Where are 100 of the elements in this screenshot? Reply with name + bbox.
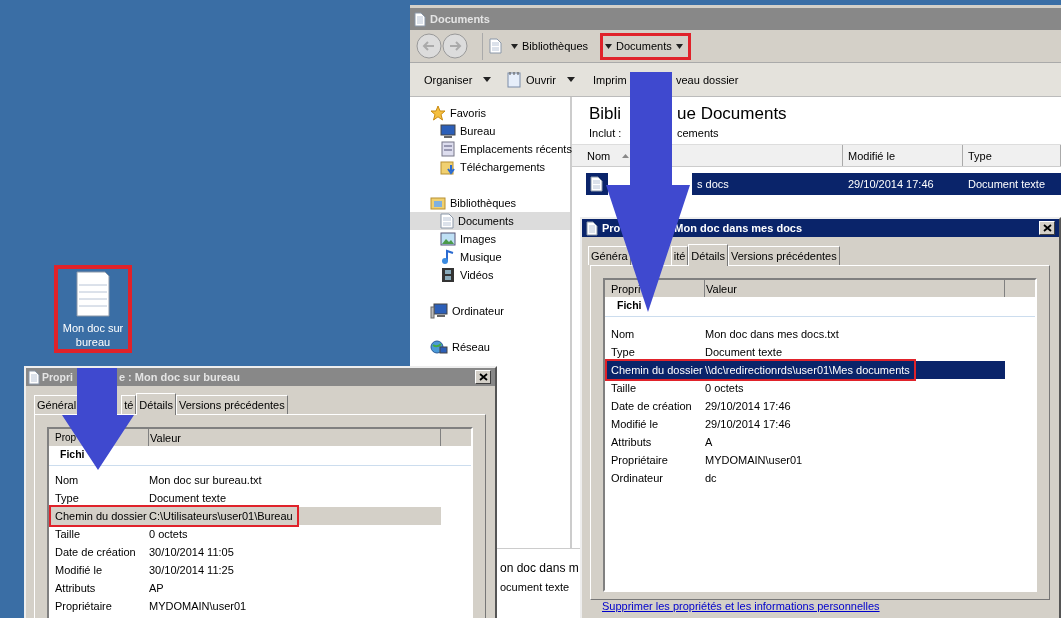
download-folder-icon	[440, 159, 456, 175]
column-header[interactable]: Type	[963, 145, 1061, 166]
property-name: Propriétaire	[54, 600, 113, 612]
caret-icon	[675, 43, 683, 49]
nav-item[interactable]: Musique	[410, 248, 570, 266]
property-name: Modifié le	[610, 418, 660, 430]
library-heading: Bibli	[589, 103, 623, 125]
includes-label: Inclut :	[589, 126, 623, 141]
property-name: Attributs	[54, 582, 97, 594]
document-icon	[414, 11, 426, 27]
picture-icon	[440, 231, 456, 247]
window-title: Documents	[430, 13, 490, 25]
column-header[interactable]: Prop	[55, 432, 77, 443]
file-name: s docs	[692, 173, 843, 195]
property-value: dc	[705, 472, 718, 484]
document-icon	[440, 213, 454, 229]
property-name: Taille	[54, 528, 82, 540]
property-name: Date de création	[54, 546, 137, 558]
property-value: MYDOMAIN\user01	[149, 600, 248, 612]
property-name: Chemin du dossier	[610, 364, 704, 376]
music-note-icon	[440, 249, 456, 265]
property-value: Mon doc sur bureau.txt	[149, 474, 263, 486]
sort-caret-icon	[622, 153, 630, 158]
property-value: \\dc\redirectionrds\user01\Mes documents	[705, 364, 911, 376]
property-name: Date de création	[610, 400, 693, 412]
address-bar[interactable]: Bibliothèques Documents	[482, 32, 1055, 60]
property-value: MYDOMAIN\user01	[705, 454, 804, 466]
document-icon	[489, 38, 502, 54]
property-name: Propriétaire	[610, 454, 669, 466]
property-name: Ordinateur	[610, 472, 664, 484]
property-name: Nom	[610, 328, 636, 340]
library-heading: ue Documents	[677, 103, 788, 125]
document-icon	[586, 220, 598, 236]
file-name-label: Mon doc sur bureau	[62, 321, 124, 349]
nav-item[interactable]: Téléchargements	[410, 158, 570, 176]
toolbar-button[interactable]: Organiser	[424, 73, 492, 86]
close-icon	[478, 373, 488, 381]
dialog-title: e : Mon doc sur bureau	[118, 371, 240, 383]
tab[interactable]: Détails	[136, 393, 176, 415]
caret-icon	[605, 43, 613, 49]
nav-item[interactable]: Bibliothèques	[410, 194, 570, 212]
property-value: 29/10/2014 17:46	[705, 400, 792, 412]
nav-item[interactable]: Documents	[410, 212, 570, 230]
selected-row[interactable]: Chemin du dossier C:\Utilisateurs\user01\Bureau	[49, 507, 441, 525]
selected-row[interactable]: Chemin du dossier \\dc\redirectionrds\user01\Mes documents	[605, 361, 1005, 379]
property-value: C:\Utilisateurs\user01\Bureau	[149, 510, 294, 522]
breadcrumb-item[interactable]: Documents	[616, 40, 672, 52]
property-value: 30/10/2014 11:05	[149, 546, 235, 558]
tab[interactable]: Détails	[688, 244, 728, 266]
remove-properties-link[interactable]: Supprimer les propriétés et les informations personnelles	[582, 600, 880, 618]
caret-icon	[511, 43, 518, 49]
toolbar-button[interactable]: veau dossier	[676, 73, 739, 86]
property-name: Attributs	[610, 436, 653, 448]
close-icon	[1042, 224, 1052, 232]
property-name: Modifié le	[54, 564, 104, 576]
property-value: AP	[149, 582, 165, 594]
includes-location: cements	[677, 126, 720, 141]
toolbar-button[interactable]: Ouvrir	[507, 71, 575, 88]
modified-date: 29/10/2014 17:46	[843, 173, 963, 195]
file-type: ocument texte	[500, 580, 571, 595]
breadcrumb-item[interactable]: Bibliothèques	[522, 40, 589, 52]
nav-item[interactable]: Réseau	[410, 338, 570, 356]
computer-icon	[430, 303, 448, 319]
dialog-title: Mon doc dans mes docs	[674, 222, 803, 234]
property-value: 0 octets	[149, 528, 189, 540]
document-icon	[28, 369, 40, 385]
close-button[interactable]	[1039, 221, 1055, 235]
nav-item[interactable]: Images	[410, 230, 570, 248]
property-value: Mon doc dans mes docs.txt	[705, 328, 840, 340]
nav-item[interactable]: Ordinateur	[410, 302, 570, 320]
property-name: Type	[610, 346, 636, 358]
tab[interactable]: Versions précédentes	[727, 246, 840, 265]
property-name: Nom	[54, 474, 80, 486]
document-icon	[76, 271, 110, 317]
property-value: Document texte	[705, 346, 784, 358]
library-folder-icon	[430, 195, 446, 211]
recent-places-icon	[440, 141, 456, 157]
tab[interactable]: Versions précédentes	[175, 395, 288, 414]
nav-item[interactable]: Vidéos	[410, 266, 570, 284]
property-value: 30/10/2014 11:25	[149, 564, 235, 576]
property-name: Type	[54, 492, 80, 504]
column-header[interactable]: Valeur	[149, 429, 441, 446]
property-value: 0 octets	[705, 382, 745, 394]
column-header[interactable]: Propri	[611, 282, 641, 295]
property-value: A	[705, 436, 714, 448]
toolbar-button[interactable]: Imprim	[593, 73, 627, 86]
column-header[interactable]: Modifié le	[843, 145, 963, 166]
nav-item[interactable]: Emplacements récents	[410, 140, 570, 158]
nav-item[interactable]: Favoris	[410, 104, 570, 122]
property-value: Document texte	[149, 492, 228, 504]
notepad-icon	[507, 71, 521, 88]
property-name: Chemin du dossier	[54, 510, 148, 522]
dialog-title: Pro	[602, 222, 621, 234]
film-icon	[440, 267, 456, 283]
nav-item[interactable]: Bureau	[410, 122, 570, 140]
property-name: Taille	[610, 382, 638, 394]
star-icon	[430, 105, 446, 121]
column-header[interactable]: Valeur	[705, 280, 1005, 297]
dialog-title: Propri	[42, 371, 73, 383]
monitor-icon	[440, 123, 456, 139]
